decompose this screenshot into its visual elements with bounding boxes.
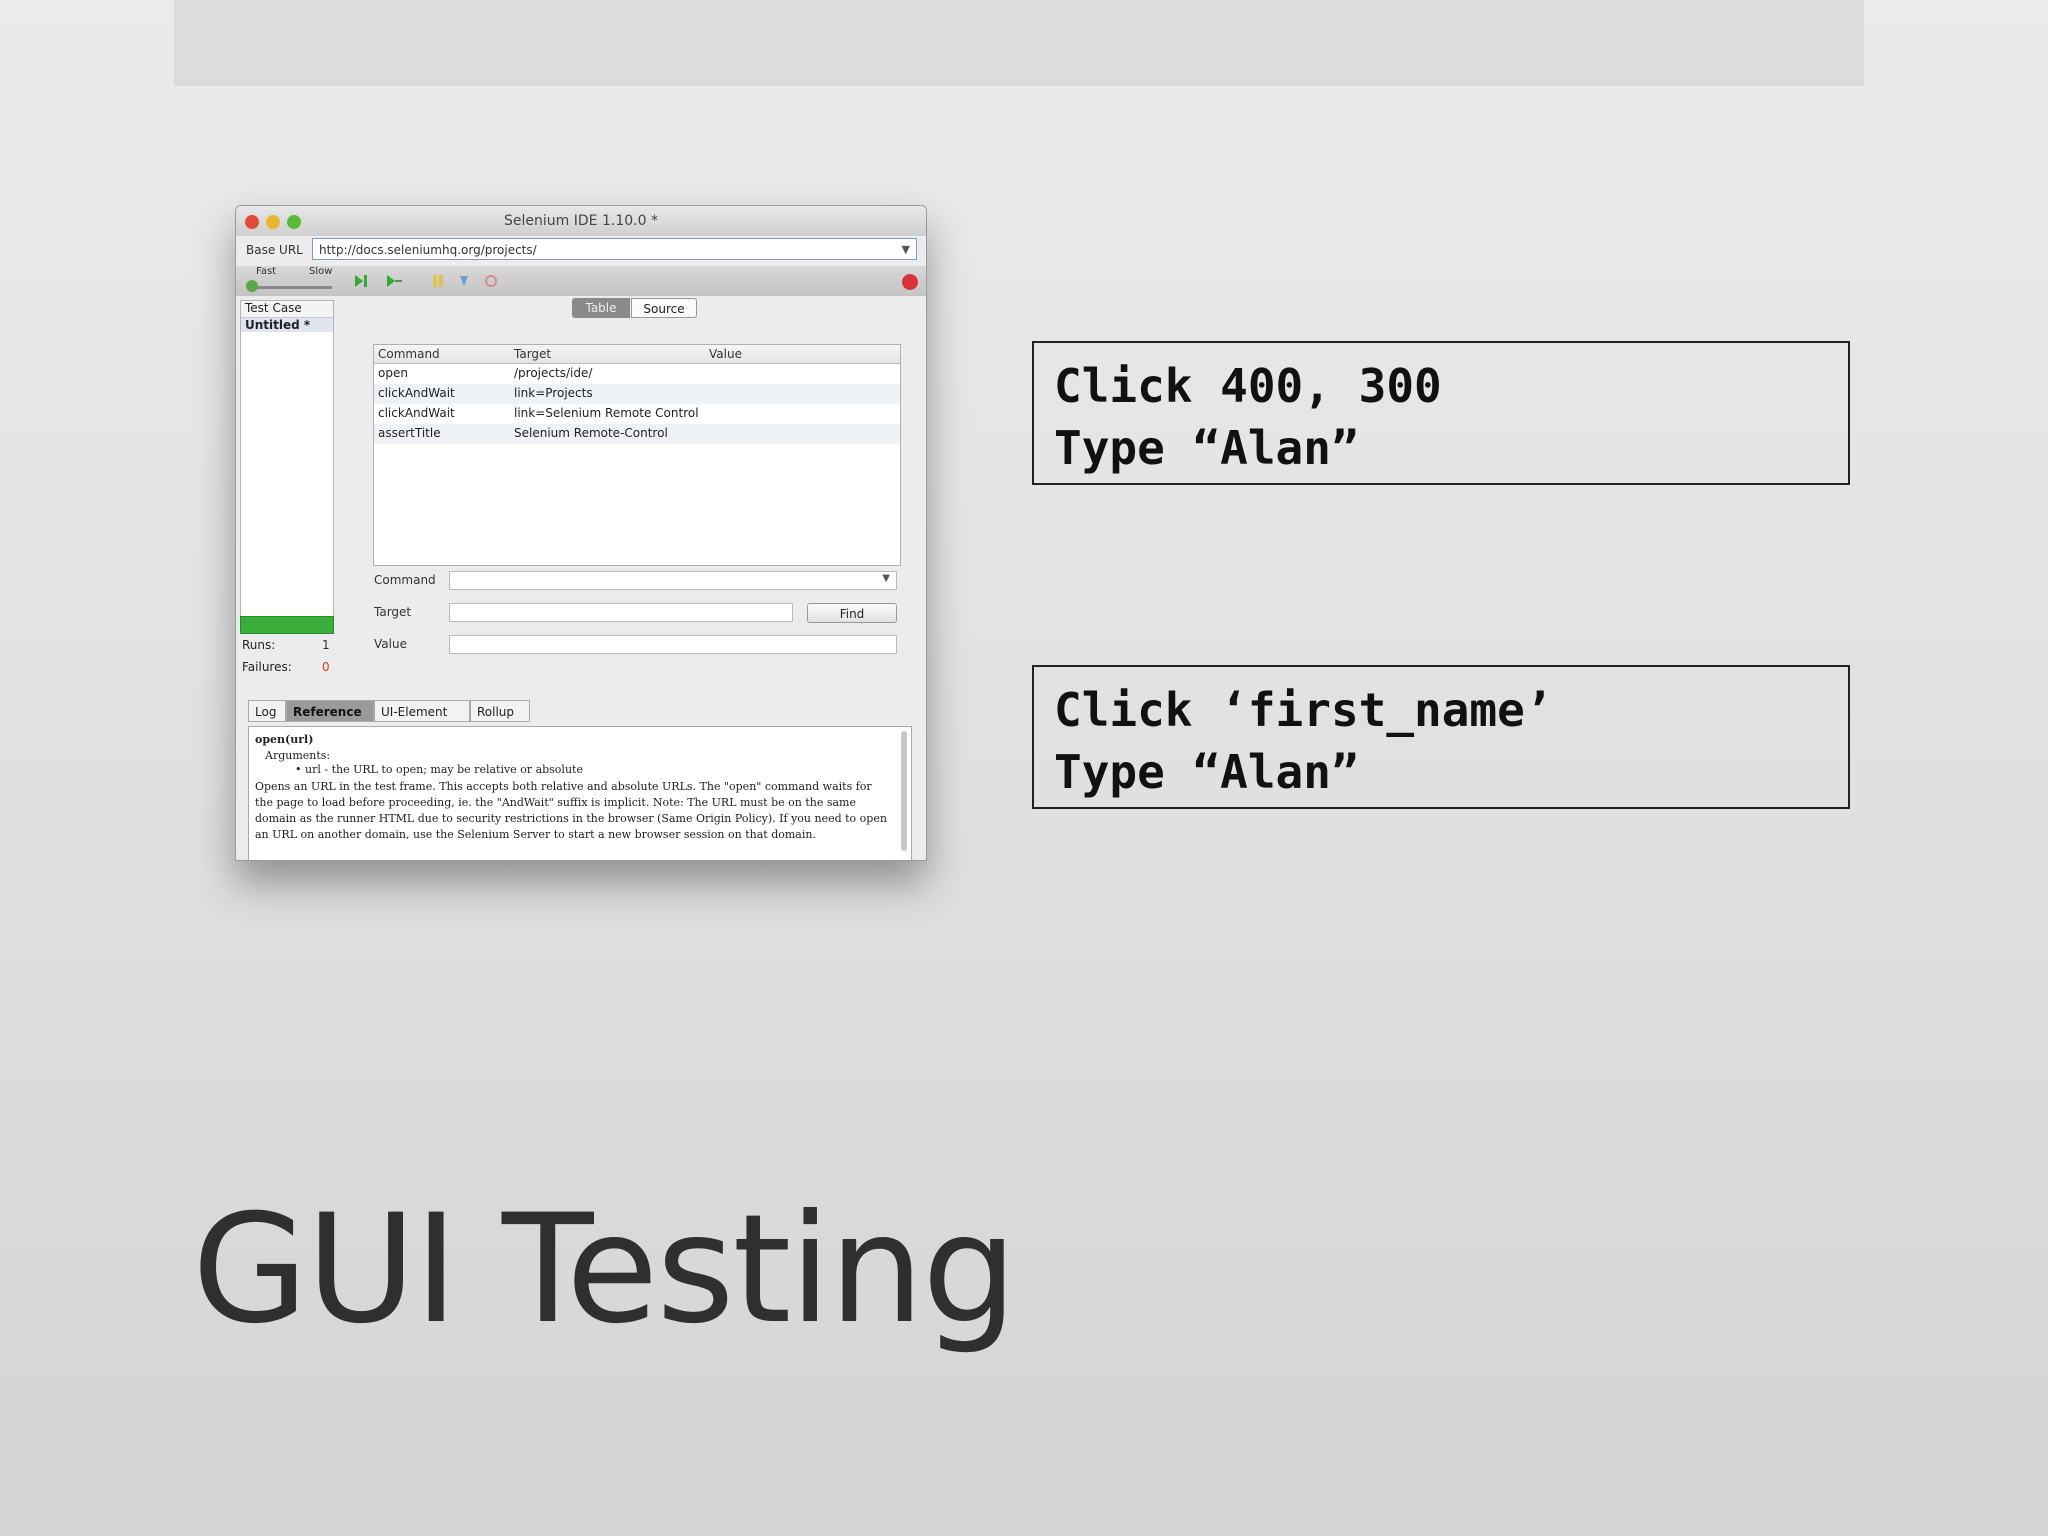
command-table: Command Target Value open /projects/ide/… — [373, 344, 901, 566]
cell-target: /projects/ide/ — [514, 366, 593, 380]
target-field-label: Target — [374, 605, 412, 619]
tab-source[interactable]: Source — [631, 298, 697, 318]
speed-slider-handle[interactable] — [246, 280, 258, 292]
slide-title: GUI Testing — [192, 1183, 1017, 1357]
box2-line2: Type “Alan” — [1054, 745, 1359, 799]
command-table-header: Command Target Value — [374, 345, 900, 364]
speed-slider[interactable] — [250, 286, 332, 289]
tab-ui-element[interactable]: UI-Element — [374, 700, 470, 722]
reference-bullet-text: url - the URL to open; may be relative o… — [305, 763, 583, 776]
reference-bullet: • url - the URL to open; may be relative… — [295, 763, 583, 776]
coordinate-script-box: Click 400, 300 Type “Alan” — [1032, 341, 1850, 485]
command-field-label: Command — [374, 573, 436, 587]
run-progress-bar — [240, 616, 334, 634]
box1-line2: Type “Alan” — [1054, 421, 1359, 475]
failures-value: 0 — [322, 660, 330, 674]
reference-panel: open(url) Arguments: • url - the URL to … — [248, 726, 912, 860]
pause-icon[interactable] — [430, 274, 446, 288]
box2-line1: Click ‘first_name’ — [1054, 683, 1553, 737]
table-row[interactable]: clickAndWait link=Projects — [374, 384, 900, 404]
cell-command: assertTitle — [378, 426, 441, 440]
base-url-value: http://docs.seleniumhq.org/projects/ — [319, 243, 537, 257]
column-header-command[interactable]: Command — [378, 347, 440, 361]
column-header-target[interactable]: Target — [514, 347, 551, 361]
window-title: Selenium IDE 1.10.0 * — [504, 213, 658, 229]
selenium-ide-window: Selenium IDE 1.10.0 * Base URL http://do… — [235, 205, 927, 861]
tab-reference[interactable]: Reference — [286, 700, 374, 722]
speed-slow-label: Slow — [309, 266, 333, 277]
rollup-icon[interactable] — [483, 274, 499, 288]
test-case-item[interactable]: Untitled * — [241, 318, 333, 332]
test-case-panel: Test Case Untitled * — [240, 300, 334, 620]
step-icon[interactable] — [457, 274, 473, 288]
runs-label: Runs: — [242, 638, 276, 652]
cell-command: clickAndWait — [378, 386, 455, 400]
base-url-label: Base URL — [246, 243, 303, 257]
footer-divider — [174, 1382, 1864, 1384]
speed-fast-label: Fast — [256, 266, 277, 277]
cell-target: Selenium Remote-Control — [514, 426, 668, 440]
runs-value: 1 — [322, 638, 330, 652]
base-url-input[interactable]: http://docs.seleniumhq.org/projects/ ▼ — [312, 238, 917, 260]
value-field-label: Value — [374, 637, 407, 651]
tab-log[interactable]: Log — [248, 700, 286, 722]
tab-rollup[interactable]: Rollup — [470, 700, 530, 722]
dropdown-arrow-icon[interactable]: ▼ — [902, 239, 910, 261]
play-test-icon[interactable] — [386, 274, 402, 288]
header-band — [174, 0, 1864, 86]
toolbar: Fast Slow — [236, 266, 926, 296]
reference-args-label: Arguments: — [265, 749, 331, 762]
cell-command: clickAndWait — [378, 406, 455, 420]
table-row[interactable]: clickAndWait link=Selenium Remote Contro… — [374, 404, 900, 424]
reference-title: open(url) — [255, 733, 314, 746]
box1-line1: Click 400, 300 — [1054, 359, 1442, 413]
cell-command: open — [378, 366, 408, 380]
failures-label: Failures: — [242, 660, 292, 674]
window-titlebar: Selenium IDE 1.10.0 * — [236, 206, 926, 236]
tab-table[interactable]: Table — [572, 298, 630, 318]
column-header-value[interactable]: Value — [709, 347, 742, 361]
table-row[interactable]: open /projects/ide/ — [374, 364, 900, 384]
target-field[interactable] — [449, 603, 793, 622]
reference-scrollbar[interactable] — [901, 731, 907, 851]
table-row[interactable]: assertTitle Selenium Remote-Control — [374, 424, 900, 444]
reference-body: Opens an URL in the test frame. This acc… — [255, 780, 887, 841]
value-field[interactable] — [449, 635, 897, 654]
play-suite-icon[interactable] — [354, 274, 370, 288]
find-button[interactable]: Find — [807, 603, 897, 623]
record-button[interactable] — [902, 274, 918, 290]
command-field[interactable]: ▼ — [449, 571, 897, 590]
test-case-header: Test Case — [241, 301, 333, 318]
cell-target: link=Selenium Remote Control — [514, 406, 699, 420]
dropdown-arrow-icon[interactable]: ▼ — [882, 573, 890, 584]
cell-target: link=Projects — [514, 386, 593, 400]
panel-splitter[interactable] — [337, 300, 343, 640]
semantic-script-box: Click ‘first_name’ Type “Alan” — [1032, 665, 1850, 809]
